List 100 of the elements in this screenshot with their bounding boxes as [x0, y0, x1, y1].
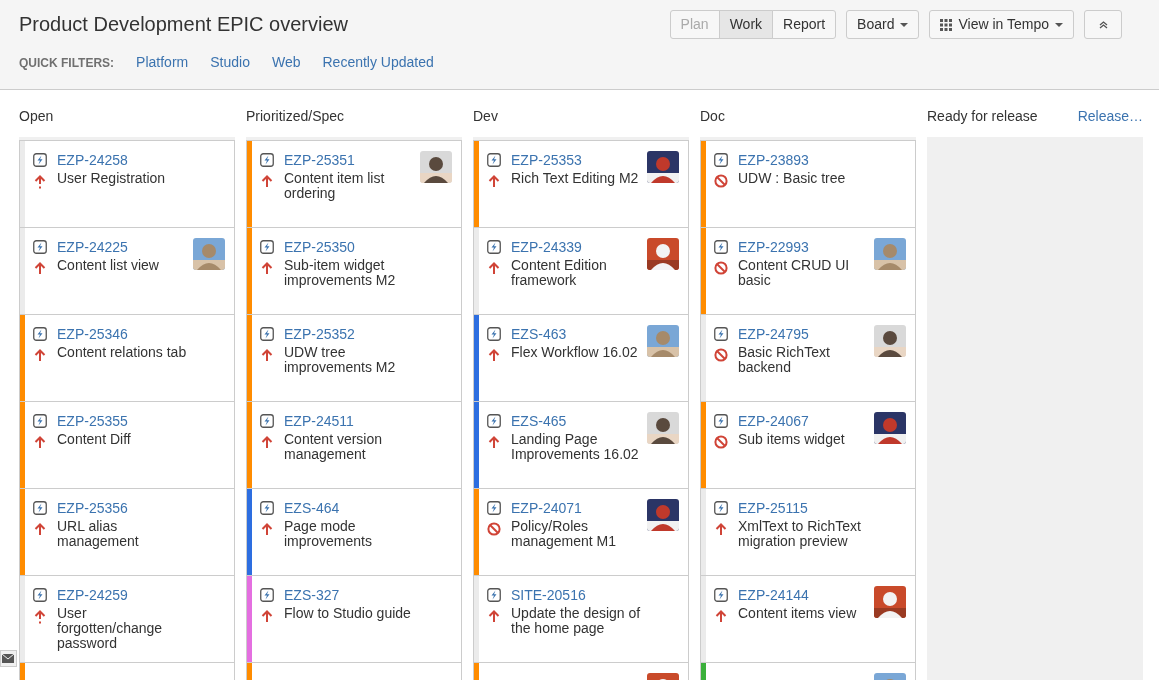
issue-card[interactable]: SITE-20516 Update the design of the home page: [473, 575, 689, 663]
tempo-dropdown[interactable]: View in Tempo: [929, 10, 1074, 39]
issue-card[interactable]: EZP-22993 Content CRUD UI basic: [700, 227, 916, 315]
issue-key-link[interactable]: EZS-465: [511, 412, 567, 430]
issue-summary: Flex Workflow 16.02: [511, 345, 638, 360]
lightning-icon: [260, 588, 274, 602]
issue-key-link[interactable]: EZP-24259: [57, 586, 128, 604]
board-dropdown[interactable]: Board: [846, 10, 920, 39]
arrow-up-icon: [260, 348, 274, 362]
issue-card[interactable]: EZP-24339 Content Edition framework: [473, 227, 689, 315]
caret-down-icon: [1055, 22, 1063, 27]
issue-card[interactable]: EZP-24225 Content list view: [19, 227, 235, 315]
issue-card[interactable]: EZP-25355 Content Diff: [19, 401, 235, 489]
issue-card[interactable]: EZP-24258 User Registration: [19, 140, 235, 228]
issue-key-link[interactable]: EZP-25351: [284, 151, 355, 169]
blocked-icon: [714, 174, 728, 188]
issue-key-link[interactable]: EZP-25353: [511, 151, 582, 169]
issue-key-link[interactable]: EZP-25350: [284, 238, 355, 256]
lightning-icon: [714, 588, 728, 602]
issue-summary: Update the design of the home page: [511, 606, 642, 636]
quick-filter-link[interactable]: Web: [271, 52, 301, 73]
arrow-up-icon: [487, 174, 501, 188]
quick-filter-link[interactable]: Studio: [210, 52, 250, 73]
issue-card[interactable]: EZS-327 Flow to Studio guide: [246, 575, 462, 663]
issue-card[interactable]: EZP-25351 Content item list ordering: [246, 140, 462, 228]
arrow-up-icon: [487, 609, 501, 623]
release-link[interactable]: Release…: [1077, 106, 1143, 127]
issue-key-link[interactable]: EZP-25355: [57, 412, 128, 430]
issue-card[interactable]: EZP-24511 Content version management: [246, 401, 462, 489]
issue-card[interactable]: EZS-465 Landing Page Improvements 16.02: [473, 401, 689, 489]
issue-card[interactable]: EZP-25352 UDW tree improvements M2: [246, 314, 462, 402]
issue-card[interactable]: EZP-23893 UDW : Basic tree: [700, 140, 916, 228]
issue-key-link[interactable]: EZP-24225: [57, 238, 128, 256]
issue-card[interactable]: EZP-25346 Content relations tab: [19, 314, 235, 402]
arrow-up-icon: [33, 174, 47, 189]
issue-summary: Content relations tab: [57, 345, 187, 360]
issue-card[interactable]: EZS-464 Page mode improvements: [246, 488, 462, 576]
column-header: Doc: [700, 107, 725, 126]
issue-key-link[interactable]: EZP-25115: [738, 499, 808, 517]
issue-summary: Sub items widget: [738, 432, 845, 447]
lightning-icon: [714, 501, 728, 515]
issue-key-link[interactable]: SITE-20516: [511, 586, 586, 604]
arrow-up-icon: [260, 609, 274, 623]
lightning-icon: [487, 501, 501, 515]
issue-summary: Content items view: [738, 606, 857, 621]
issue-summary: User Registration: [57, 171, 166, 186]
issue-card[interactable]: EZP-24259 User forgotten/change password: [19, 575, 235, 663]
lightning-icon: [260, 153, 274, 167]
issue-key-link[interactable]: EZP-24795: [738, 325, 809, 343]
caret-down-icon: [900, 22, 909, 27]
issue-key-link[interactable]: EZS-464: [284, 499, 340, 517]
issue-card[interactable]: EZP-25356 URL alias management: [19, 488, 235, 576]
issue-key-link[interactable]: EZS-327: [284, 586, 340, 604]
issue-key-link[interactable]: EZP-24067: [738, 412, 809, 430]
issue-key-link[interactable]: EZP-24258: [57, 151, 128, 169]
issue-key-link[interactable]: EZP-23893: [738, 151, 809, 169]
arrow-up-icon: [33, 609, 47, 624]
mail-icon[interactable]: [0, 650, 17, 667]
quick-filter-link[interactable]: Platform: [136, 52, 189, 73]
issue-key-link[interactable]: EZP-25352: [284, 325, 355, 343]
view-mode-tab[interactable]: Report: [772, 10, 837, 39]
lightning-icon: [714, 327, 728, 341]
blocked-icon: [487, 522, 501, 536]
issue-card[interactable]: EZP-25353 Rich Text Editing M2: [473, 140, 689, 228]
issue-key-link[interactable]: EZP-24339: [511, 238, 582, 256]
issue-key-link[interactable]: EZP-25346: [57, 325, 128, 343]
issue-key-link[interactable]: EZP-24071: [511, 499, 582, 517]
lightning-icon: [714, 240, 728, 254]
arrow-up-icon: [260, 261, 274, 275]
lightning-icon: [487, 153, 501, 167]
issue-summary: Landing Page Improvements 16.02: [511, 432, 640, 462]
issue-card[interactable]: EZP-24795 Basic RichText backend: [700, 314, 916, 402]
issue-summary: Basic RichText backend: [738, 345, 831, 375]
lightning-icon: [33, 501, 47, 515]
issue-summary: Content Diff: [57, 432, 131, 447]
issue-summary: UDW tree improvements M2: [284, 345, 397, 375]
issue-card[interactable]: EZP-24144 Content items view: [700, 575, 916, 663]
issue-key-link[interactable]: EZP-24144: [738, 586, 809, 604]
issue-key-link[interactable]: EZP-25356: [57, 499, 128, 517]
issue-summary: URL alias management: [57, 519, 140, 549]
issue-summary: Sub-item widget improvements M2: [284, 258, 397, 288]
issue-card[interactable]: EZP-24067 Sub items widget: [700, 401, 916, 489]
issue-card[interactable]: EZP-25350 Sub-item widget improvements M2: [246, 227, 462, 315]
quick-filter-link[interactable]: Recently Updated: [322, 52, 434, 73]
column-header: Ready for release: [927, 107, 1038, 126]
blocked-icon: [714, 435, 728, 449]
arrow-up-icon: [714, 609, 728, 623]
issue-key-link[interactable]: EZS-463: [511, 325, 567, 343]
arrow-up-icon: [714, 522, 728, 536]
collapse-button[interactable]: [1084, 10, 1122, 39]
issue-card[interactable]: EZS-463 Flex Workflow 16.02: [473, 314, 689, 402]
issue-key-link[interactable]: EZP-24511: [284, 412, 354, 430]
column-header: Open: [19, 107, 54, 126]
issue-summary: Flow to Studio guide: [284, 606, 411, 621]
view-mode-tab[interactable]: Work: [718, 10, 774, 39]
blocked-icon: [714, 261, 728, 275]
issue-summary: Page mode improvements: [284, 519, 373, 549]
issue-key-link[interactable]: EZP-22993: [738, 238, 809, 256]
issue-card[interactable]: EZP-24071 Policy/Roles management M1: [473, 488, 689, 576]
issue-card[interactable]: EZP-25115 XmlText to RichText migration preview: [700, 488, 916, 576]
